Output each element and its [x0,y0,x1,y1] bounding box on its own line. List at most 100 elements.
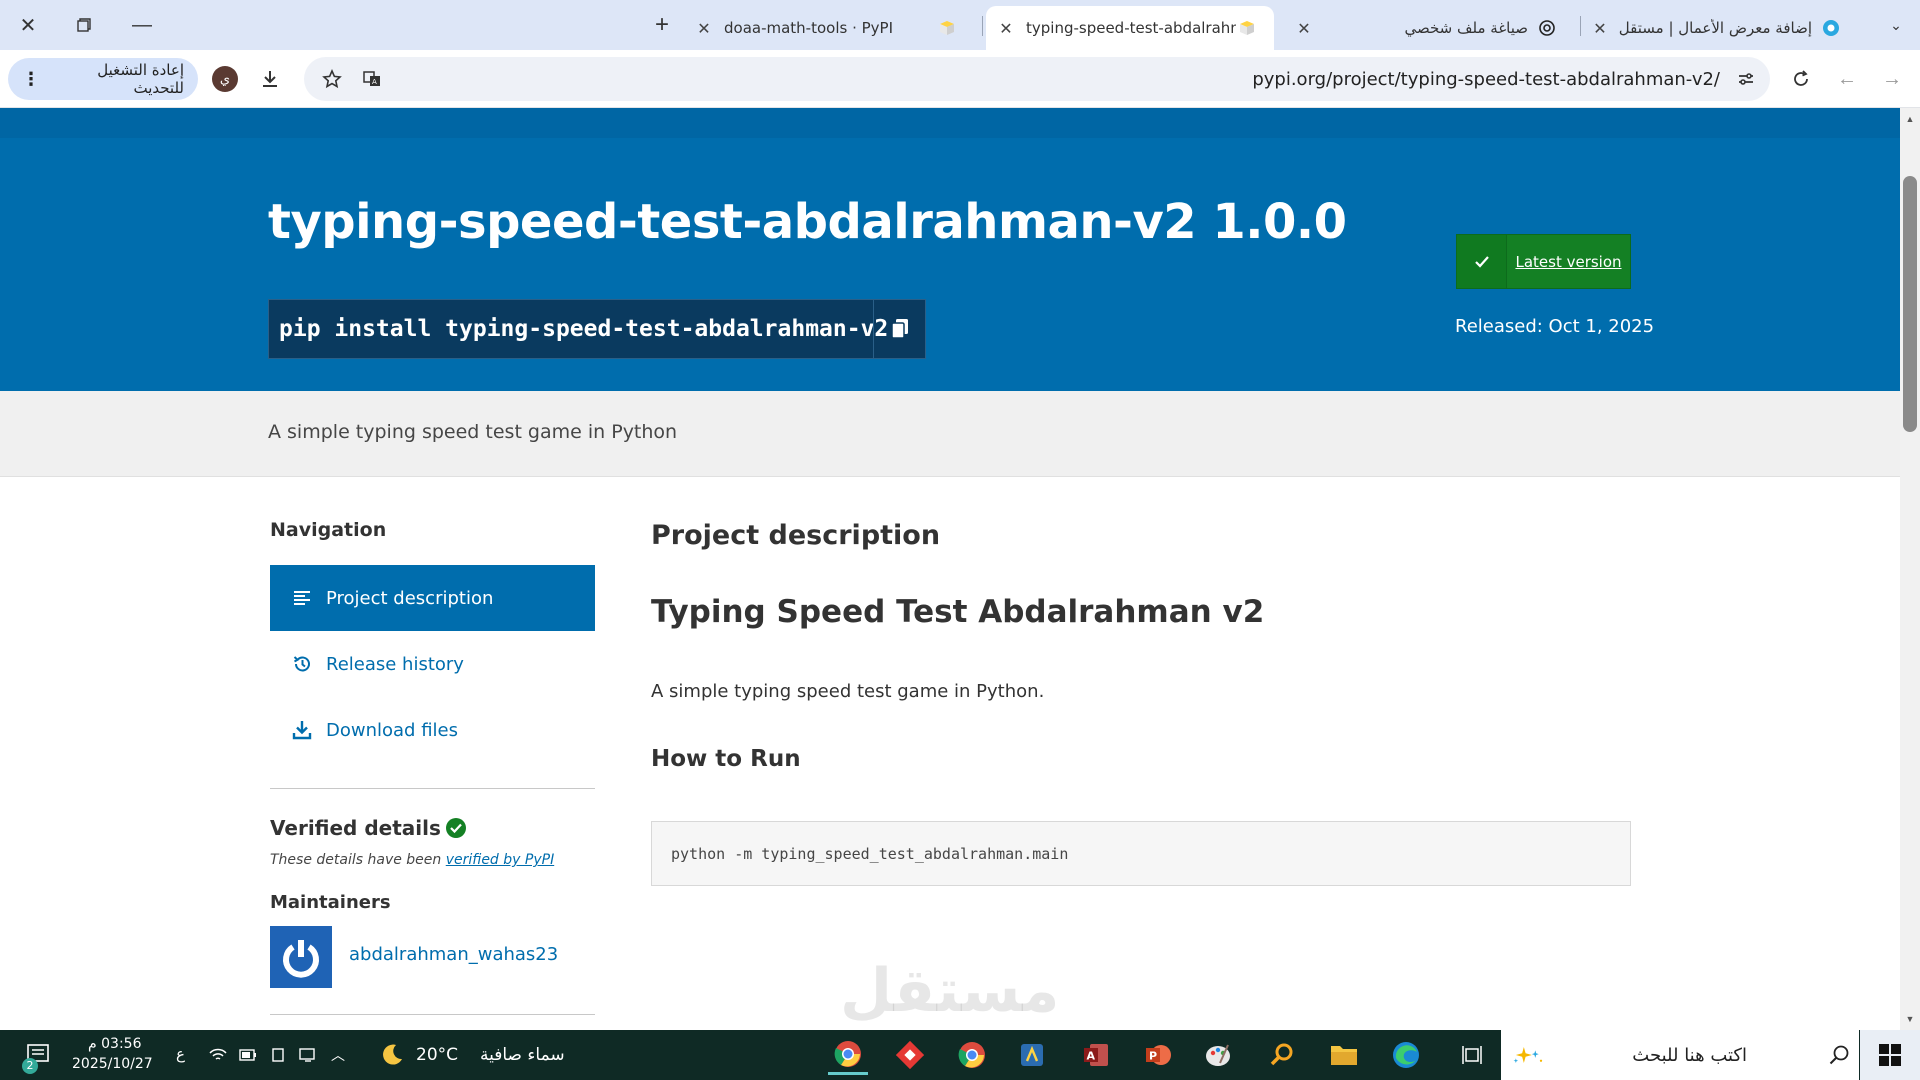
close-tab-icon[interactable]: ✕ [690,19,718,38]
maintainer-avatar[interactable] [270,926,332,988]
page-scrollbar[interactable]: ▲ ▼ [1900,108,1920,1030]
maintainer-link[interactable]: abdalrahman_wahas23 [349,944,558,965]
search-magnifier-app-icon[interactable] [1262,1035,1302,1075]
package-header: typing-speed-test-abdalrahman-v2 1.0.0 p… [0,108,1900,391]
restore-window-button[interactable] [64,8,104,42]
new-tab-button[interactable]: + [642,8,682,42]
nav-label: Release history [326,653,464,675]
watermark: مستقل [840,956,1060,1026]
taskbar-search-box[interactable]: اكتب هنا للبحث [1501,1030,1859,1080]
close-tab-icon[interactable]: ✕ [1586,19,1614,38]
show-hidden-icons-chevron-icon[interactable]: ︿ [318,1035,358,1075]
nav-label: Download files [326,719,458,741]
translate-icon[interactable]: A [354,61,390,97]
restart-to-update-button[interactable]: ⋮ إعادة التشغيل للتحديث [8,58,198,100]
profile-avatar[interactable]: ي [212,66,238,92]
pypi-cube-icon [1236,19,1258,37]
code-block: python -m typing_speed_test_abdalrahman.… [651,821,1631,886]
chatgpt-icon [1536,19,1558,37]
weather-moon-icon[interactable] [372,1035,412,1075]
edge-app-icon[interactable] [1386,1035,1426,1075]
weather-temperature[interactable]: 20°C [416,1045,458,1065]
navigation-heading: Navigation [270,519,387,541]
weather-description[interactable]: سماء صافية [480,1045,565,1065]
tab-title: إضافة معرض الأعمال | مستقل [1618,19,1812,37]
search-placeholder: اكتب هنا للبحث [1632,1044,1747,1066]
run-command[interactable]: python -m typing_speed_test_abdalrahman.… [671,845,1068,863]
chrome-app-icon[interactable] [828,1035,868,1075]
latest-version-badge[interactable]: Latest version [1456,234,1631,289]
site-settings-icon[interactable] [1728,61,1764,97]
package-summary: A simple typing speed test game in Pytho… [268,421,678,443]
paint-app-icon[interactable] [1198,1035,1238,1075]
verified-details-label: Verified details [270,816,441,840]
pip-command[interactable]: pip install typing-speed-test-abdalrahma… [269,316,888,342]
star-icon[interactable] [314,61,350,97]
verified-by-pypi-link[interactable]: verified by PyPI [446,852,554,868]
pip-command-box: pip install typing-speed-test-abdalrahma… [268,299,926,359]
readme-title: Typing Speed Test Abdalrahman v2 [651,594,1265,630]
tab-strip: ✕ — + ✕ doaa-math-tools · PyPI ✕ typing-… [0,0,1920,50]
nav-release-history[interactable]: Release history [270,631,595,697]
copy-button[interactable] [873,300,925,358]
tab-title: typing-speed-test-abdalrahman [1026,19,1236,37]
start-button[interactable] [1860,1030,1920,1080]
url-text[interactable]: pypi.org/project/typing-speed-test-abdal… [1252,69,1720,90]
chrome-profile-app-icon[interactable] [952,1035,992,1075]
copy-icon [890,319,908,339]
minimize-window-button[interactable]: — [122,8,162,42]
task-view-icon[interactable] [1452,1035,1492,1075]
menu-dots-icon: ⋮ [22,68,40,90]
release-date: Released: Oct 1, 2025 [1455,316,1655,337]
verified-check-icon [445,818,466,838]
verified-note-text: These details have been [270,852,446,868]
tab-title: doaa-math-tools · PyPI [724,19,894,37]
close-tab-icon[interactable]: ✕ [992,19,1020,38]
sidebar-divider [270,1014,595,1015]
copilot-sparkle-icon[interactable] [1509,1035,1549,1075]
close-tab-icon[interactable]: ✕ [1290,19,1318,38]
powerpoint-app-icon[interactable]: P [1138,1035,1178,1075]
latest-version-link[interactable]: Latest version [1507,253,1630,271]
nav-project-description[interactable]: Project description [270,565,595,631]
pypi-cube-icon [936,19,958,37]
pypi-page: typing-speed-test-abdalrahman-v2 1.0.0 p… [0,108,1900,1030]
scroll-up-arrow-icon[interactable]: ▲ [1900,110,1920,128]
reload-icon[interactable] [1783,61,1819,97]
nav-download-files[interactable]: Download files [270,697,595,763]
close-window-button[interactable]: ✕ [8,8,48,42]
tab-mostaql[interactable]: ✕ إضافة معرض الأعمال | مستقل [1586,6,1850,50]
scroll-thumb[interactable] [1903,176,1917,432]
maintainers-heading: Maintainers [270,892,391,913]
tab-doaa-math-tools[interactable]: ✕ doaa-math-tools · PyPI [690,6,980,50]
svg-text:A: A [372,78,377,86]
check-icon [1457,235,1507,288]
back-arrow-icon[interactable]: ← [1829,61,1865,97]
clock-time[interactable]: 03:56 م [88,1036,141,1052]
access-app-icon[interactable]: A [1076,1035,1116,1075]
browser-toolbar: ⋮ إعادة التشغيل للتحديث ي A pypi.org/pro… [0,50,1920,108]
python-idle-app-icon[interactable] [1012,1035,1052,1075]
tab-search-chevron-icon[interactable]: ⌄ [1876,8,1916,42]
tab-title: صياغة ملف شخصي [1404,19,1528,37]
align-left-icon [290,590,314,606]
mostaql-logo-icon [1820,19,1842,37]
tab-chatgpt-profile[interactable]: ✕ صياغة ملف شخصي [1290,6,1580,50]
project-description-heading: Project description [651,520,941,551]
downloads-icon[interactable] [252,61,288,97]
input-language[interactable]: ع [176,1045,185,1063]
scroll-down-arrow-icon[interactable]: ▼ [1900,1010,1920,1028]
forward-arrow-icon[interactable]: → [1874,61,1910,97]
summary-band: A simple typing speed test game in Pytho… [0,391,1900,477]
address-bar[interactable]: A pypi.org/project/typing-speed-test-abd… [304,57,1770,101]
clock-date[interactable]: 2025/10/27 [72,1056,153,1072]
update-label: إعادة التشغيل للتحديث [97,61,184,97]
file-explorer-app-icon[interactable] [1324,1035,1364,1075]
sidebar-divider [270,788,595,789]
power-avatar-icon [283,940,319,978]
history-icon [290,654,314,674]
how-to-run-heading: How to Run [651,746,801,772]
anydesk-app-icon[interactable] [890,1035,930,1075]
download-icon [290,720,314,740]
tab-typing-speed-test[interactable]: ✕ typing-speed-test-abdalrahman [986,6,1274,50]
